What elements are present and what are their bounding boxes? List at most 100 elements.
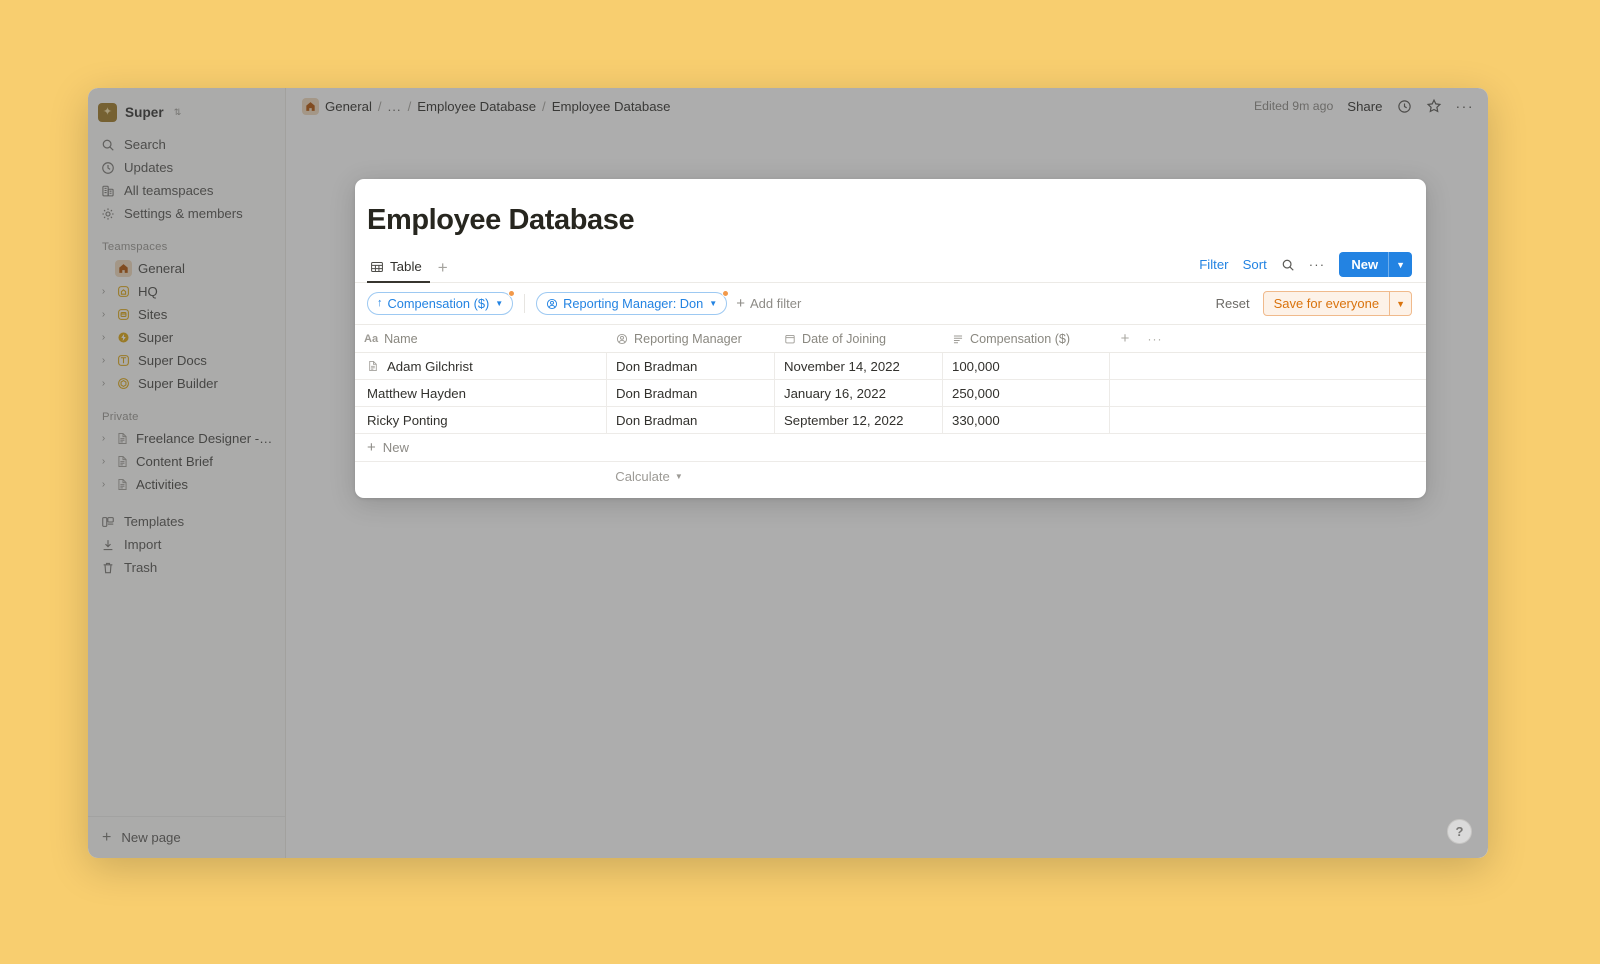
chevron-down-icon[interactable]: ▼ xyxy=(1390,292,1411,315)
sidebar-item-label: Templates xyxy=(124,514,185,529)
cell-value: Ricky Ponting xyxy=(367,412,448,428)
column-header-date-of-joining[interactable]: Date of Joining xyxy=(775,325,943,352)
chevron-right-icon[interactable]: › xyxy=(98,355,109,366)
star-icon[interactable] xyxy=(1426,98,1442,114)
document-icon xyxy=(115,454,130,469)
cell-value: 100,000 xyxy=(952,358,1000,374)
chevron-right-icon[interactable]: › xyxy=(98,378,109,389)
sidebar-item-content-brief[interactable]: › Content Brief xyxy=(96,450,277,473)
add-view-button[interactable]: + xyxy=(430,259,456,282)
cell-reporting-manager[interactable]: Don Bradman xyxy=(607,407,775,433)
sidebar-item-freelance-designer[interactable]: › Freelance Designer - Cli... xyxy=(96,427,277,450)
sidebar-item-all-teamspaces[interactable]: All teamspaces xyxy=(96,179,277,202)
add-filter-button[interactable]: + Add filter xyxy=(736,296,801,311)
filter-chip-reporting-manager[interactable]: Reporting Manager: Don ▼ xyxy=(536,290,730,315)
cell-date-of-joining[interactable]: September 12, 2022 xyxy=(775,407,943,433)
page-title: Employee Database xyxy=(367,204,635,236)
sidebar-item-hq[interactable]: › HQ xyxy=(96,280,277,303)
sidebar-item-activities[interactable]: › Activities xyxy=(96,473,277,496)
breadcrumb-item-employee-database[interactable]: Employee Database xyxy=(552,99,671,114)
chevron-right-icon[interactable]: › xyxy=(98,456,109,467)
cube-icon xyxy=(115,375,132,392)
chevron-right-icon[interactable]: › xyxy=(98,433,109,444)
last-edited-label: Edited 9m ago xyxy=(1253,99,1334,113)
clock-icon[interactable] xyxy=(1397,99,1412,114)
sidebar-item-updates[interactable]: Updates xyxy=(96,156,277,179)
chevron-down-icon[interactable]: ▼ xyxy=(1389,252,1412,277)
cell-value: 250,000 xyxy=(952,385,1000,401)
database-card: Employee Database Table + Filter Sort ··… xyxy=(355,179,1426,498)
row-filler xyxy=(1110,380,1426,406)
new-row-button[interactable]: + New xyxy=(355,434,1426,462)
more-horizontal-icon[interactable]: ··· xyxy=(1456,99,1475,113)
cell-compensation[interactable]: 100,000 xyxy=(943,353,1110,379)
breadcrumb-item-general[interactable]: General xyxy=(325,99,372,114)
table-row[interactable]: Adam Gilchrist Don Bradman November 14, … xyxy=(355,353,1426,380)
share-button[interactable]: Share xyxy=(1347,99,1382,114)
column-header-compensation[interactable]: Compensation ($) xyxy=(943,325,1110,352)
new-page-button[interactable]: + New page xyxy=(88,816,285,858)
filter-button[interactable]: Filter xyxy=(1199,257,1228,272)
layout-icon xyxy=(115,352,132,369)
sidebar-item-label: Super Builder xyxy=(138,376,218,391)
new-record-button[interactable]: New ▼ xyxy=(1339,252,1412,277)
sidebar-item-trash[interactable]: Trash xyxy=(96,556,277,579)
cell-compensation[interactable]: 330,000 xyxy=(943,407,1110,433)
sidebar-item-super-builder[interactable]: › Super Builder xyxy=(96,372,277,395)
column-header-label: Name xyxy=(384,331,418,346)
cell-reporting-manager[interactable]: Don Bradman xyxy=(607,353,775,379)
table-row[interactable]: Ricky Ponting Don Bradman September 12, … xyxy=(355,407,1426,434)
sidebar-item-super[interactable]: › Super xyxy=(96,326,277,349)
calculate-button[interactable]: Calculate ▼ xyxy=(355,462,943,490)
tab-table[interactable]: Table xyxy=(367,259,430,283)
column-header-reporting-manager[interactable]: Reporting Manager xyxy=(607,325,775,352)
cell-name[interactable]: Adam Gilchrist xyxy=(355,353,607,379)
sidebar-item-sites[interactable]: › Sites xyxy=(96,303,277,326)
cell-compensation[interactable]: 250,000 xyxy=(943,380,1110,406)
help-button[interactable]: ? xyxy=(1447,819,1472,844)
cell-date-of-joining[interactable]: January 16, 2022 xyxy=(775,380,943,406)
sort-button[interactable]: Sort xyxy=(1243,257,1267,272)
filter-chip-compensation[interactable]: ↑ Compensation ($) ▼ xyxy=(367,290,516,315)
sidebar-item-label: Super Docs xyxy=(138,353,207,368)
cell-value: Don Bradman xyxy=(616,385,698,401)
import-icon xyxy=(100,537,115,552)
sidebar-item-super-docs[interactable]: › Super Docs xyxy=(96,349,277,372)
sidebar-item-search[interactable]: Search xyxy=(96,133,277,156)
chevron-right-icon[interactable]: › xyxy=(98,286,109,297)
breadcrumb-ellipsis[interactable]: ... xyxy=(388,99,402,114)
sidebar-item-label: Settings & members xyxy=(124,206,243,221)
gear-icon xyxy=(100,206,115,221)
save-for-everyone-button[interactable]: Save for everyone ▼ xyxy=(1262,291,1412,316)
add-column-button[interactable]: + xyxy=(1110,330,1140,347)
breadcrumb-item-employee-database-parent[interactable]: Employee Database xyxy=(417,99,536,114)
search-icon[interactable] xyxy=(1281,258,1295,272)
home-icon[interactable] xyxy=(302,97,319,115)
sidebar-item-label: General xyxy=(138,261,185,276)
cell-reporting-manager[interactable]: Don Bradman xyxy=(607,380,775,406)
sidebar-item-import[interactable]: Import xyxy=(96,533,277,556)
workspace-switcher[interactable]: ✦ Super ⇅ xyxy=(98,97,277,127)
more-horizontal-icon[interactable]: ··· xyxy=(1309,258,1326,271)
chevron-right-icon[interactable]: › xyxy=(98,479,109,490)
cell-name[interactable]: Matthew Hayden xyxy=(355,380,607,406)
cell-date-of-joining[interactable]: November 14, 2022 xyxy=(775,353,943,379)
column-header-name[interactable]: Aa Name xyxy=(355,325,607,352)
window-icon xyxy=(115,306,132,323)
sidebar-item-label: HQ xyxy=(138,284,158,299)
document-icon[interactable] xyxy=(367,360,380,373)
chevron-right-icon[interactable]: › xyxy=(98,309,109,320)
cell-value: Don Bradman xyxy=(616,358,698,374)
home-icon xyxy=(115,260,132,277)
column-options-button[interactable]: ··· xyxy=(1140,332,1170,346)
chevron-right-icon[interactable]: › xyxy=(98,332,109,343)
sidebar-item-general[interactable]: General xyxy=(96,257,277,280)
reset-button[interactable]: Reset xyxy=(1216,296,1250,311)
new-page-label: New page xyxy=(121,830,181,845)
sidebar-item-settings-members[interactable]: Settings & members xyxy=(96,202,277,225)
cell-value: 330,000 xyxy=(952,412,1000,428)
text-icon xyxy=(952,333,964,345)
cell-name[interactable]: Ricky Ponting xyxy=(355,407,607,433)
table-row[interactable]: Matthew Hayden Don Bradman January 16, 2… xyxy=(355,380,1426,407)
sidebar-item-templates[interactable]: Templates xyxy=(96,510,277,533)
